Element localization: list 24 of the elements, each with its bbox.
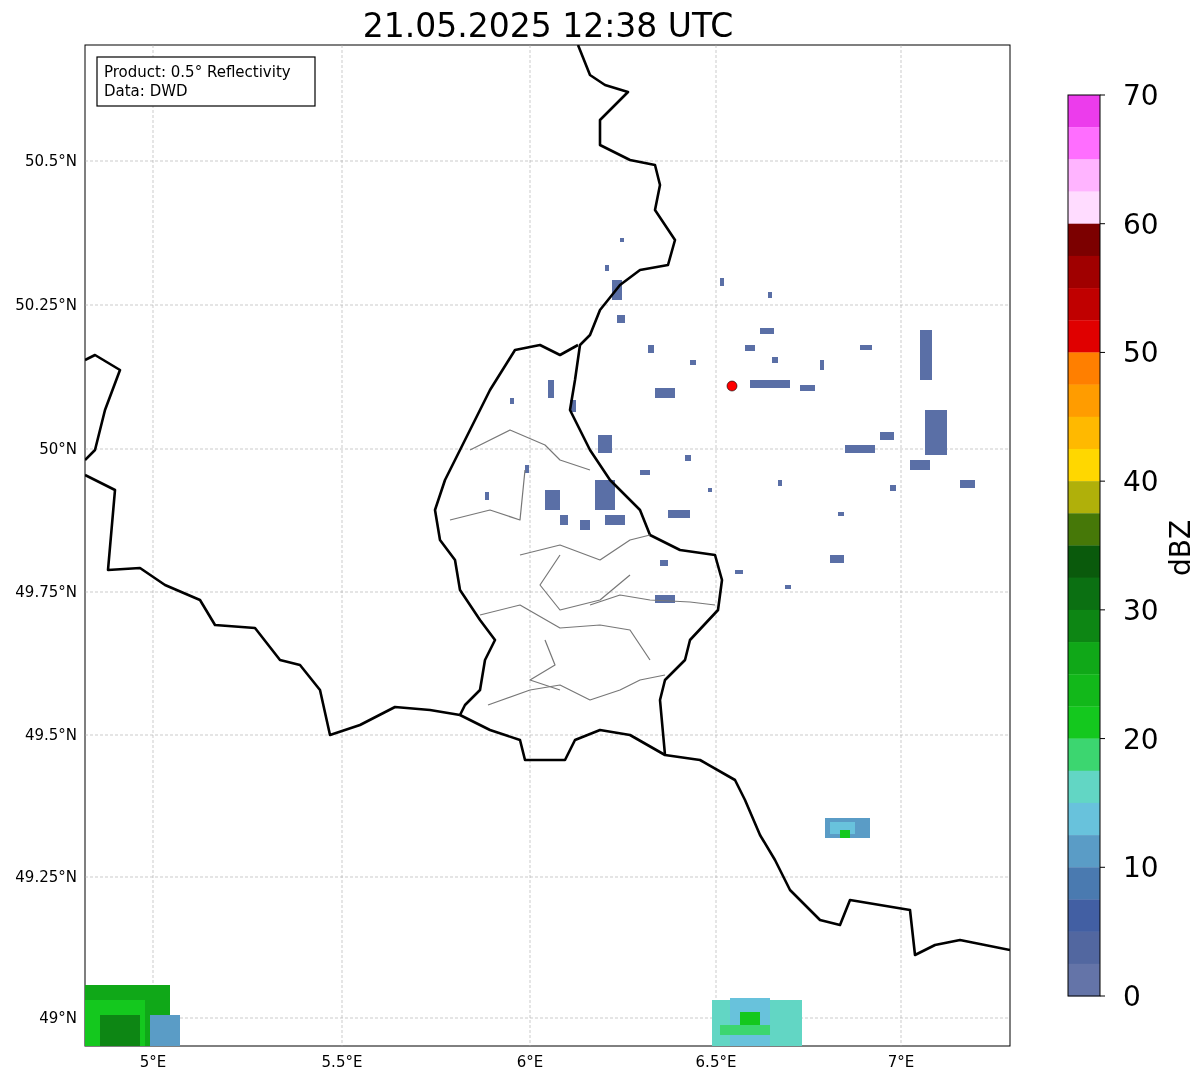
colorbar-tick-label: 50 xyxy=(1123,336,1159,370)
longitude-label: 6°E xyxy=(516,1053,544,1071)
latitude-label: 49.75°N xyxy=(15,583,77,601)
latitude-label: 49.25°N xyxy=(15,868,77,886)
colorbar-tick-label: 20 xyxy=(1123,722,1159,756)
chart-title: 21.05.2025 12:38 UTC xyxy=(362,6,734,45)
longitude-label: 5°E xyxy=(139,1053,167,1071)
colorbar-tick-label: 70 xyxy=(1123,79,1159,112)
colorbar-tick-label: 0 xyxy=(1123,980,1141,1013)
latitude-label: 50°N xyxy=(39,440,77,458)
latitude-label: 49°N xyxy=(39,1009,77,1027)
longitude-label: 5.5°E xyxy=(321,1053,363,1071)
colorbar-tick-label: 30 xyxy=(1123,593,1159,627)
colorbar-tick-label: 40 xyxy=(1123,465,1159,499)
latitude-label: 50.25°N xyxy=(15,296,77,314)
longitude-label: 6.5°E xyxy=(695,1053,737,1071)
colorbar-tick-label: 60 xyxy=(1123,207,1159,241)
longitude-label: 7°E xyxy=(887,1053,915,1071)
latitude-label: 50.5°N xyxy=(24,152,77,170)
latitude-label: 49.5°N xyxy=(24,726,77,744)
colorbar-label: dBZ xyxy=(1164,519,1197,577)
info-text: Data: DWD xyxy=(104,82,188,100)
colorbar-tick-label: 10 xyxy=(1123,851,1159,885)
info-text: Product: 0.5° Reflectivity xyxy=(104,63,291,81)
